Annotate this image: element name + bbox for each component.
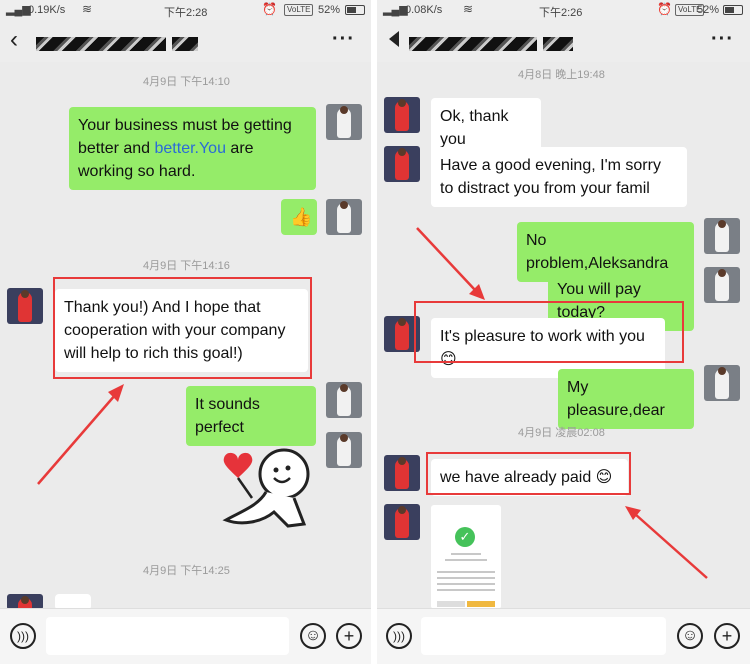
timestamp: 4月9日 下午14:16: [143, 260, 230, 272]
add-icon[interactable]: +: [714, 623, 740, 649]
status-bar: ▂▄▆ 0.08K/s ≋ 下午2:26 ⏰ VoLTE 52%: [377, 0, 750, 20]
chevron-left-icon[interactable]: [389, 31, 399, 47]
chat-header: ‹ ···: [0, 20, 371, 62]
redacted-contact-name: [543, 37, 573, 51]
contact-avatar[interactable]: [384, 504, 420, 540]
redacted-contact-name: [409, 37, 537, 51]
more-icon[interactable]: ···: [711, 29, 734, 49]
message-link-text: better.You: [154, 140, 226, 157]
check-icon: ✓: [455, 527, 475, 547]
battery-percent: 52%: [697, 4, 720, 16]
my-avatar[interactable]: [326, 104, 362, 140]
my-avatar[interactable]: [326, 199, 362, 235]
chat-header: ···: [377, 20, 750, 62]
my-avatar[interactable]: [704, 365, 740, 401]
more-icon[interactable]: ···: [332, 29, 355, 49]
red-arrow-icon: [416, 227, 485, 300]
their-message-bubble[interactable]: Have a good evening, I'm sorry to distra…: [431, 147, 687, 207]
my-avatar[interactable]: [704, 267, 740, 303]
right-chat-screenshot: ▂▄▆ 0.08K/s ≋ 下午2:26 ⏰ VoLTE 52% ··· 4月8…: [377, 0, 750, 664]
input-bar: ))) ☺ +: [0, 608, 371, 664]
alarm-icon: ⏰: [262, 2, 277, 16]
timestamp: 4月9日 下午14:10: [143, 76, 230, 88]
contact-avatar[interactable]: [384, 455, 420, 491]
add-icon[interactable]: +: [336, 623, 362, 649]
voice-icon[interactable]: ))): [386, 623, 412, 649]
contact-avatar[interactable]: [384, 146, 420, 182]
left-chat-screenshot: ▂▄▆ 0.19K/s ≋ 下午2:28 ⏰ VoLTE 52% ‹ ··· 4…: [0, 0, 371, 664]
message-text: Ok, thank you: [440, 108, 509, 148]
message-text: My pleasure,dear: [567, 379, 665, 419]
status-bar: ▂▄▆ 0.19K/s ≋ 下午2:28 ⏰ VoLTE 52%: [0, 0, 371, 20]
chevron-left-icon[interactable]: ‹: [10, 26, 18, 54]
timestamp: 4月8日 晚上19:48: [518, 69, 605, 81]
battery-icon: [345, 5, 365, 15]
alarm-icon: ⏰: [657, 2, 672, 16]
status-time: 下午2:26: [539, 7, 583, 19]
timestamp: 4月9日 下午14:25: [143, 565, 230, 577]
highlight-box: [414, 301, 684, 363]
message-text: Have a good evening, I'm sorry to distra…: [440, 157, 661, 197]
network-speed: 0.19K/s: [28, 4, 66, 16]
status-time: 下午2:28: [164, 7, 208, 19]
voice-icon[interactable]: ))): [10, 623, 36, 649]
wifi-icon: ≋: [82, 2, 93, 16]
message-text: It sounds perfect: [195, 396, 260, 436]
my-message-bubble[interactable]: Your business must be getting better and…: [69, 107, 316, 190]
thumbs-up-icon: 👍: [290, 207, 313, 227]
redacted-contact-name: [36, 37, 166, 51]
wifi-icon: ≋: [463, 2, 474, 16]
timestamp: 4月9日 凌晨02:08: [518, 427, 605, 439]
network-speed: 0.08K/s: [405, 4, 443, 16]
highlight-box: [426, 452, 631, 495]
my-avatar[interactable]: [326, 382, 362, 418]
message-input[interactable]: [421, 617, 666, 655]
my-message-bubble[interactable]: My pleasure,dear: [558, 369, 694, 429]
my-message-bubble[interactable]: 👍: [281, 199, 317, 235]
battery-icon: [723, 5, 743, 15]
heart-icon: [223, 452, 253, 478]
red-arrow-icon: [37, 384, 124, 485]
my-avatar[interactable]: [326, 432, 362, 468]
emoji-icon[interactable]: ☺: [677, 623, 703, 649]
signal-icon: ▂▄▆: [6, 4, 31, 16]
contact-avatar[interactable]: [7, 288, 43, 324]
contact-avatar[interactable]: [384, 97, 420, 133]
volte-badge: VoLTE: [284, 4, 314, 16]
message-input[interactable]: [46, 617, 289, 655]
highlight-box: [53, 277, 312, 379]
red-arrow-icon: [625, 506, 708, 579]
heart-sticker[interactable]: [218, 446, 318, 530]
battery-percent: 52%: [318, 4, 341, 16]
my-message-bubble[interactable]: It sounds perfect: [186, 386, 316, 446]
message-text: No problem,Aleksandra: [526, 232, 669, 272]
my-avatar[interactable]: [704, 218, 740, 254]
input-bar: ))) ☺ +: [377, 608, 750, 664]
emoji-icon[interactable]: ☺: [300, 623, 326, 649]
payment-screenshot[interactable]: ✓: [431, 505, 501, 609]
redacted-contact-name: [172, 37, 198, 51]
signal-icon: ▂▄▆: [383, 4, 408, 16]
